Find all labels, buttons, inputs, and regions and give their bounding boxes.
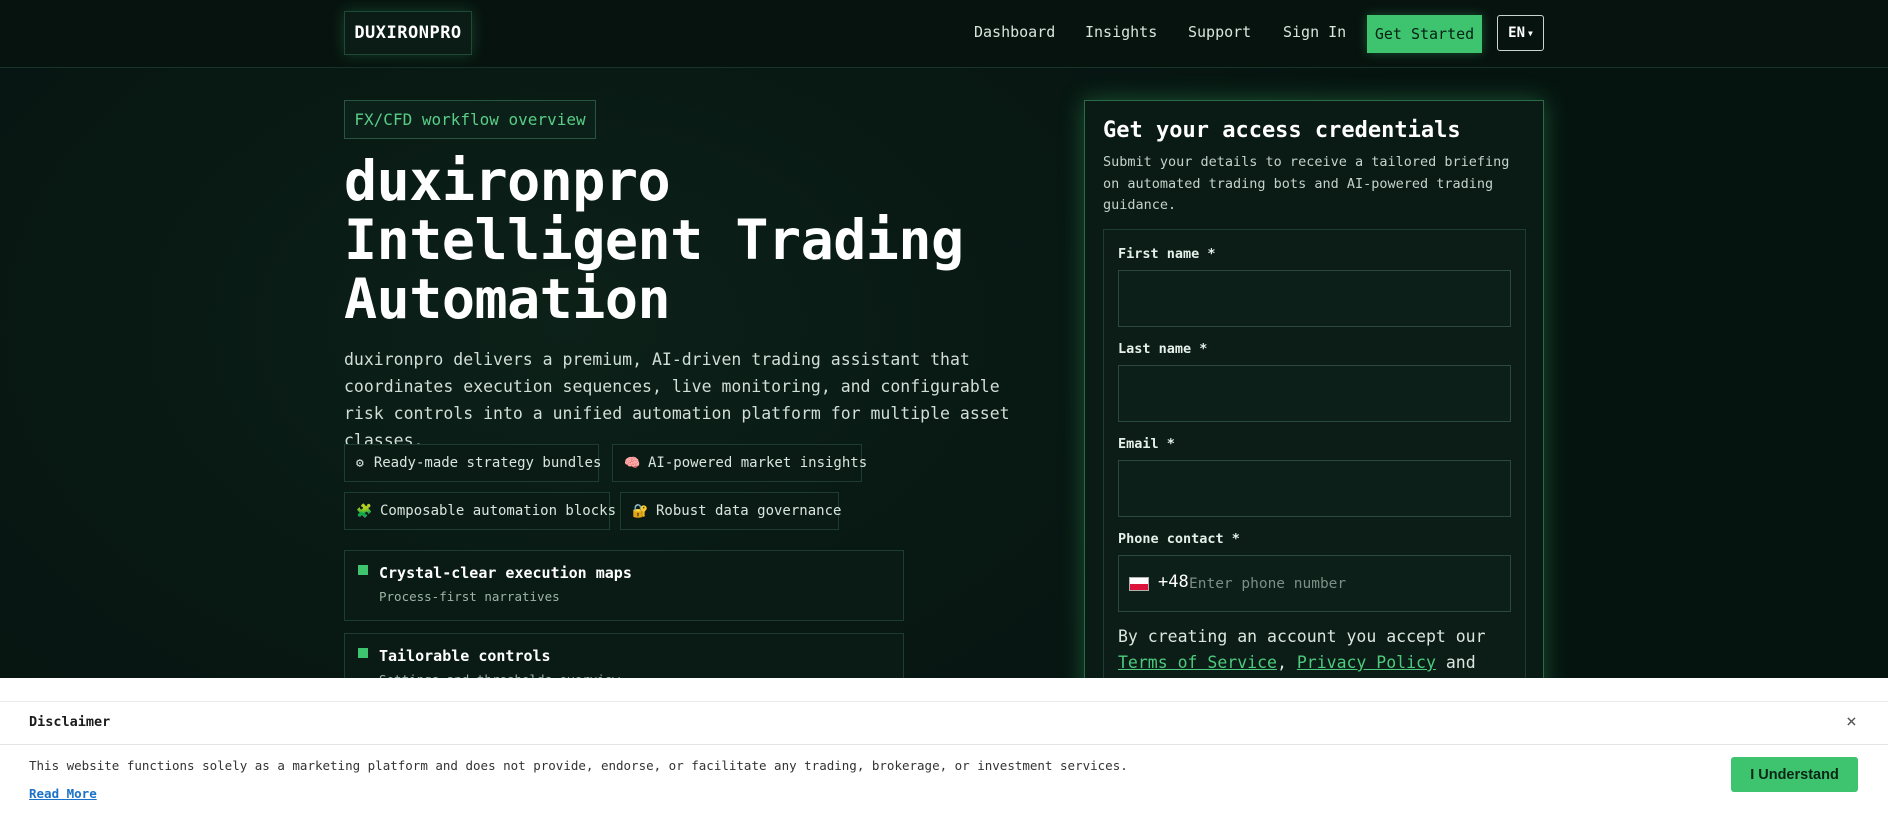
language-code: EN [1508, 25, 1526, 41]
hero-title-line: Automation [344, 267, 671, 331]
nav-link-sign-in[interactable]: Sign In [1283, 23, 1346, 41]
bullet-square-icon [358, 565, 368, 575]
nav-link-insights[interactable]: Insights [1085, 23, 1157, 41]
last-name-field[interactable] [1118, 365, 1511, 422]
signup-form: First name * Last name * Email * Phone c… [1103, 229, 1526, 729]
bullet-square-icon [358, 648, 368, 658]
feature-card-title: Tailorable controls [379, 647, 551, 665]
terms-and: and [1445, 653, 1476, 672]
language-selector[interactable]: EN ▼ [1497, 15, 1544, 51]
feature-chip: 🧩 Composable automation blocks [344, 492, 616, 530]
nav-link-dashboard[interactable]: Dashboard [974, 23, 1055, 41]
feature-chip-label: AI-powered market insights [648, 455, 868, 471]
i-understand-button[interactable]: I Understand [1731, 757, 1858, 792]
last-name-label: Last name * [1118, 341, 1208, 357]
feature-chip: ⚙ Ready-made strategy bundles [344, 444, 602, 482]
close-icon[interactable]: × [1846, 711, 1857, 732]
feature-card: Crystal-clear execution maps Process-fir… [344, 550, 904, 621]
first-name-field[interactable] [1118, 270, 1511, 327]
puzzle-icon: 🧩 [356, 503, 373, 519]
hero-tag: FX/CFD workflow overview [344, 100, 596, 139]
lock-icon: 🔐 [632, 503, 649, 519]
email-label: Email * [1118, 436, 1175, 452]
privacy-policy-link[interactable]: Privacy Policy [1297, 653, 1436, 672]
hero-title-line: Intelligent Trading [344, 208, 964, 272]
read-more-link[interactable]: Read More [29, 786, 97, 801]
nav-link-support[interactable]: Support [1188, 23, 1251, 41]
first-name-label: First name * [1118, 246, 1216, 262]
feature-chip-label: Ready-made strategy bundles [373, 455, 602, 471]
disclaimer-banner: Disclaimer × This website functions sole… [0, 678, 1888, 818]
hero-title-line: duxironpro [344, 149, 671, 213]
email-field[interactable] [1118, 460, 1511, 517]
hero-description: duxironpro delivers a premium, AI-driven… [344, 350, 1010, 450]
phone-input[interactable] [1189, 556, 1489, 611]
feature-chip: 🔐 Robust data governance [620, 492, 842, 530]
disclaimer-title: Disclaimer [29, 714, 111, 730]
feature-chip: 🧠 AI-powered market insights [612, 444, 867, 482]
signup-card: Get your access credentials Submit your … [1084, 100, 1544, 729]
terms-of-service-link[interactable]: Terms of Service [1118, 653, 1277, 672]
phone-field: +48 [1118, 555, 1511, 612]
hero-title: duxironpro Intelligent Trading Automatio… [344, 152, 1044, 329]
brand-logo[interactable]: DUXIRONPRO [344, 11, 472, 55]
phone-label: Phone contact * [1118, 531, 1240, 547]
poland-flag-icon[interactable] [1129, 577, 1149, 591]
signup-card-subtitle: Submit your details to receive a tailore… [1103, 154, 1510, 213]
get-started-button[interactable]: Get Started [1367, 15, 1482, 53]
disclaimer-header [0, 678, 1888, 745]
terms-text: By creating an account you accept our Te… [1118, 627, 1486, 672]
terms-prefix: By creating an account you accept our [1118, 627, 1486, 646]
brain-icon: 🧠 [624, 455, 641, 471]
feature-card-title: Crystal-clear execution maps [379, 564, 632, 582]
signup-card-title: Get your access credentials [1103, 118, 1461, 143]
feature-card-subtitle: Process-first narratives [379, 589, 560, 604]
gear-icon: ⚙ [356, 455, 364, 471]
chevron-down-icon: ▼ [1528, 28, 1533, 38]
top-navbar: DUXIRONPRO Dashboard Insights Support Si… [0, 0, 1888, 68]
feature-chip-label: Robust data governance [656, 503, 842, 519]
disclaimer-text: This website functions solely as a marke… [29, 758, 1128, 773]
feature-chip-label: Composable automation blocks [380, 503, 617, 519]
phone-country-code[interactable]: +48 [1158, 572, 1189, 592]
